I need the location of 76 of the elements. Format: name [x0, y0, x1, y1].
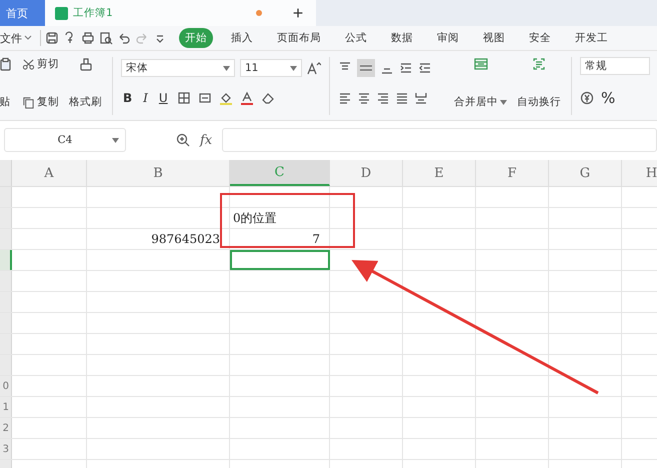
row-header[interactable]: 1: [0, 397, 12, 417]
function-button[interactable]: fx: [200, 132, 212, 148]
ribbon-tab[interactable]: 视图: [477, 28, 511, 48]
bold-button[interactable]: B: [121, 91, 134, 105]
scissors-icon: [22, 58, 35, 70]
new-tab-button[interactable]: +: [280, 0, 316, 26]
file-menu[interactable]: 文件: [0, 30, 36, 46]
workbook-tab[interactable]: 工作簿1: [45, 0, 280, 26]
font-color-icon[interactable]: [240, 91, 254, 105]
row-header[interactable]: 2: [0, 418, 12, 438]
underline-button[interactable]: U: [156, 91, 170, 105]
font-size-select[interactable]: 11: [240, 59, 302, 77]
column-header[interactable]: A: [12, 160, 87, 186]
ribbon-tab[interactable]: 安全: [523, 28, 557, 48]
cut-button[interactable]: 剪切: [20, 57, 61, 71]
dropdown-caret-icon[interactable]: [290, 66, 297, 70]
column-header[interactable]: G: [549, 160, 622, 186]
grow-font-icon[interactable]: [307, 61, 321, 75]
tab-label: 工作簿1: [73, 6, 113, 20]
zoom-icon[interactable]: [176, 133, 190, 147]
paste-button[interactable]: 贴: [0, 95, 12, 109]
sheet-icon: [55, 6, 68, 20]
chevron-down-icon: [24, 35, 32, 41]
undo-icon[interactable]: [117, 31, 131, 45]
percent-button[interactable]: %: [599, 89, 618, 107]
column-header[interactable]: H: [622, 160, 657, 186]
column-header[interactable]: E: [403, 160, 476, 186]
column-header[interactable]: D: [330, 160, 403, 186]
preview-icon[interactable]: [99, 31, 113, 45]
row-header[interactable]: [0, 250, 12, 270]
format-painter-button[interactable]: 格式刷: [67, 95, 104, 109]
wrap-text-icon[interactable]: [532, 57, 546, 71]
active-cell[interactable]: [230, 250, 330, 270]
print-icon[interactable]: [81, 31, 95, 45]
ribbon-tab[interactable]: 开发工: [569, 28, 614, 48]
home-tab[interactable]: 首页: [0, 0, 45, 26]
name-box[interactable]: C4: [4, 128, 126, 152]
align-right-icon[interactable]: [376, 91, 390, 105]
outdent-icon[interactable]: [418, 61, 432, 75]
brush-icon[interactable]: [78, 57, 92, 71]
save-icon[interactable]: [45, 31, 59, 45]
currency-icon[interactable]: [580, 91, 594, 105]
copy-button[interactable]: 复制: [20, 95, 61, 109]
dropdown-caret-icon[interactable]: [112, 138, 119, 142]
ribbon-tab[interactable]: 数据: [385, 28, 419, 48]
table-cell[interactable]: 0的位置: [230, 208, 330, 228]
align-middle-icon[interactable]: [357, 59, 375, 77]
justify-icon[interactable]: [395, 91, 409, 105]
paste-icon[interactable]: [0, 57, 12, 71]
ribbon-tab[interactable]: 页面布局: [271, 28, 327, 48]
distribute-icon[interactable]: [414, 91, 428, 105]
align-left-icon[interactable]: [338, 91, 352, 105]
row-header[interactable]: 0: [0, 376, 12, 396]
row-header[interactable]: 3: [0, 439, 12, 459]
eraser-icon[interactable]: [260, 91, 275, 105]
caret-icon: [500, 100, 507, 104]
table-cell[interactable]: 987645023: [87, 229, 230, 249]
italic-button[interactable]: I: [141, 91, 150, 105]
border-icon[interactable]: [176, 91, 191, 105]
number-format-select[interactable]: 常规: [580, 57, 650, 75]
ribbon-tab[interactable]: 插入: [225, 28, 259, 48]
ribbon-tab[interactable]: 公式: [339, 28, 373, 48]
align-center-icon[interactable]: [357, 91, 371, 105]
table-cell[interactable]: 7: [230, 229, 330, 249]
copy-icon: [22, 96, 35, 108]
dropdown-caret-icon[interactable]: [223, 66, 230, 70]
cell-style-icon[interactable]: [198, 91, 212, 105]
font-select[interactable]: 宋体: [121, 59, 235, 77]
column-header[interactable]: F: [476, 160, 549, 186]
ribbon-tab[interactable]: 审阅: [431, 28, 465, 48]
formula-input[interactable]: [222, 128, 657, 152]
indent-icon[interactable]: [399, 61, 413, 75]
wrap-text-button[interactable]: 自动换行: [515, 95, 563, 109]
merge-center-button[interactable]: 合并居中: [452, 95, 509, 109]
fill-color-icon[interactable]: [218, 91, 233, 105]
merge-icon[interactable]: [474, 57, 488, 71]
